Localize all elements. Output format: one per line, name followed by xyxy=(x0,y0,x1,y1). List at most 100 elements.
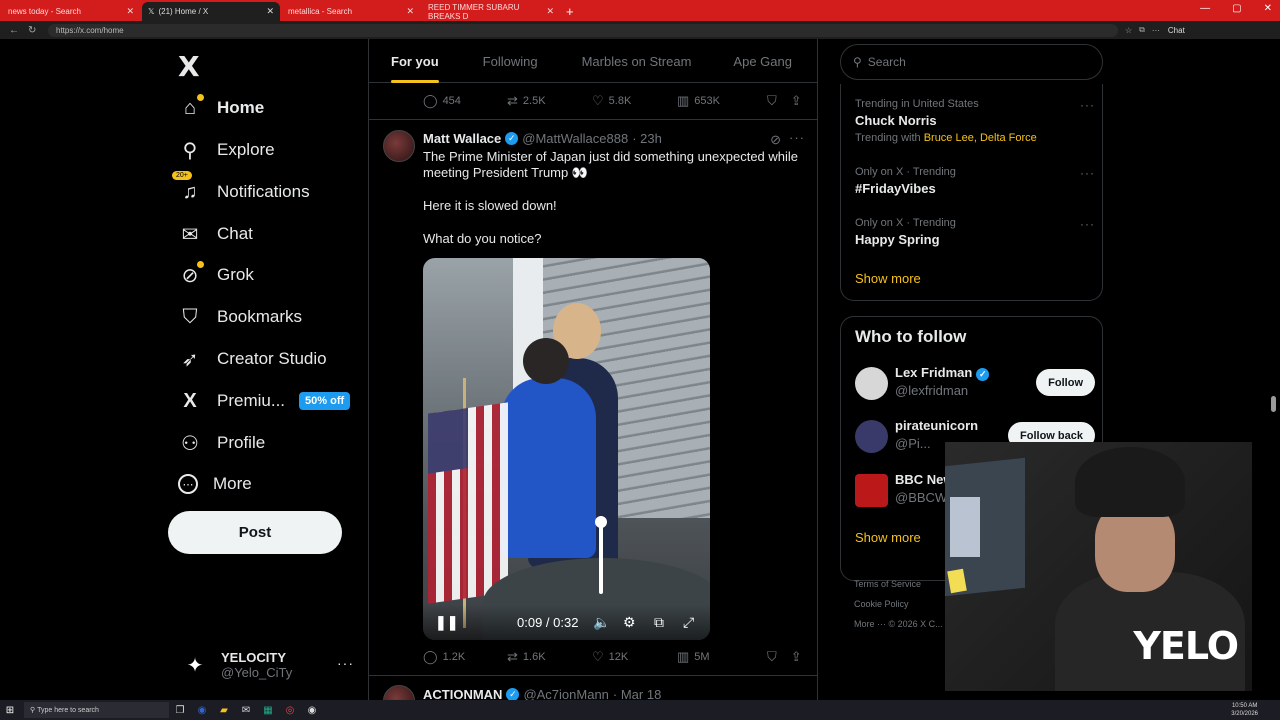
pip-icon[interactable]: ⧉ xyxy=(654,614,664,631)
like-button[interactable]: ♡ 12K xyxy=(592,649,677,665)
nav-bookmarks[interactable]: ⛉ Bookmarks xyxy=(178,302,303,332)
more-icon[interactable]: ··· xyxy=(337,655,354,671)
browser-tab-active[interactable]: 𝕏 (21) Home / X ✕ xyxy=(142,2,280,21)
nav-more[interactable]: ⋯ More xyxy=(178,469,252,499)
account-handle: @Yelo_CiTy xyxy=(221,665,293,680)
edge-icon[interactable]: ◉ xyxy=(191,705,213,716)
repost-button[interactable]: ⇄ 2.5K xyxy=(507,93,592,109)
explorer-icon[interactable]: ▰ xyxy=(213,705,235,716)
search-input[interactable]: ⚲ Search xyxy=(840,44,1103,80)
extensions-icon[interactable]: ⧉ xyxy=(1139,25,1145,35)
address-bar[interactable]: https://x.com/home xyxy=(48,23,1118,37)
author-handle[interactable]: @MattWallace888 xyxy=(522,131,628,146)
like-count: 5.8K xyxy=(608,95,632,107)
copilot-chat-button[interactable]: Chat xyxy=(1168,26,1185,35)
tab-ape-gang[interactable]: Ape Gang xyxy=(733,39,792,83)
windows-taskbar: ⊞ ⚲ Type here to search ❐ ◉ ▰ ✉ ▦ ◎ ◉ 10… xyxy=(0,700,1280,720)
new-tab-icon[interactable]: + xyxy=(566,2,574,21)
views-button[interactable]: ▥ 653K xyxy=(677,93,767,109)
bookmark-icon[interactable]: ⛉ xyxy=(767,93,777,109)
nav-creator-studio[interactable]: ➶ Creator Studio xyxy=(178,344,327,374)
fullscreen-icon[interactable]: ⤢ xyxy=(683,614,694,631)
tab-for-you[interactable]: For you xyxy=(391,39,439,83)
minimize-icon[interactable]: — xyxy=(1200,3,1210,14)
close-tab-icon[interactable]: ✕ xyxy=(406,6,414,17)
menu-icon[interactable]: ⋯ xyxy=(1152,26,1160,35)
author-name[interactable]: Matt Wallace xyxy=(423,131,501,146)
nav-chat[interactable]: ✉ Chat xyxy=(178,219,253,249)
trend-related-links[interactable]: Bruce Lee, Delta Force xyxy=(924,132,1037,144)
close-tab-icon[interactable]: ✕ xyxy=(266,6,274,17)
pause-icon[interactable]: ❚❚ xyxy=(435,614,458,631)
follow-suggestion[interactable]: Lex Fridman ✓ @lexfridman Follow xyxy=(855,365,1095,405)
trend-item[interactable]: Trending in United States Chuck Norris T… xyxy=(855,98,1095,144)
reload-icon[interactable]: ↻ xyxy=(28,25,38,36)
show-more-link[interactable]: Show more xyxy=(855,271,921,286)
avatar[interactable] xyxy=(383,685,415,700)
more-icon[interactable]: ··· xyxy=(1080,98,1095,112)
trend-item[interactable]: Only on X · Trending #FridayVibes ··· xyxy=(855,166,1095,196)
windows-start-icon[interactable]: ⊞ xyxy=(0,705,20,716)
trend-item[interactable]: Only on X · Trending Happy Spring ··· xyxy=(855,217,1095,247)
scrollbar[interactable] xyxy=(1271,396,1276,412)
more-icon[interactable]: ··· xyxy=(789,130,805,145)
avatar[interactable] xyxy=(383,130,415,162)
views-button[interactable]: ▥ 5M xyxy=(677,649,767,665)
grok-icon[interactable]: ⊘ xyxy=(770,132,781,148)
webcam-figure xyxy=(1075,447,1185,517)
reply-button[interactable]: ◯ 454 xyxy=(423,93,507,109)
avatar[interactable] xyxy=(855,367,888,400)
close-tab-icon[interactable]: ✕ xyxy=(546,6,554,17)
x-logo[interactable]: X xyxy=(178,50,200,83)
more-icon[interactable]: ··· xyxy=(1080,217,1095,231)
chrome-icon[interactable]: ◎ xyxy=(279,705,301,716)
browser-tab[interactable]: metallica - Search ✕ xyxy=(282,2,420,21)
flag-image xyxy=(428,402,508,604)
video-player[interactable]: ❚❚ 0:09 / 0:32 🔈 ⚙ ⧉ ⤢ xyxy=(423,258,710,640)
nav-explore[interactable]: ⚲ Explore xyxy=(178,135,275,165)
task-view-icon[interactable]: ❐ xyxy=(169,705,191,716)
maximize-icon[interactable]: ▢ xyxy=(1232,3,1241,14)
tab-marbles-on-stream[interactable]: Marbles on Stream xyxy=(582,39,692,83)
nav-premium[interactable]: X Premiu... 50% off xyxy=(178,386,351,416)
close-window-icon[interactable]: ✕ xyxy=(1264,3,1272,14)
clock[interactable]: 10:50 AM 3/20/2026 xyxy=(1231,702,1258,718)
obs-icon[interactable]: ◉ xyxy=(301,705,323,716)
back-icon[interactable]: ← xyxy=(9,25,19,36)
browser-tab[interactable]: REED TIMMER SUBARU BREAKS D ✕ xyxy=(422,2,560,21)
nav-grok[interactable]: ⊘ Grok xyxy=(178,260,254,290)
reply-count: 454 xyxy=(442,95,461,107)
bookmark-icon[interactable]: ⛉ xyxy=(767,649,777,665)
volume-icon[interactable]: 🔈 xyxy=(593,614,610,631)
close-tab-icon[interactable]: ✕ xyxy=(126,6,134,17)
search-placeholder: Search xyxy=(867,55,906,69)
author-name[interactable]: ACTIONMAN xyxy=(423,687,502,700)
share-icon[interactable]: ⇪ xyxy=(791,649,802,665)
author-handle[interactable]: @Ac7ionMann xyxy=(523,687,608,700)
taskbar-search-input[interactable]: ⚲ Type here to search xyxy=(24,702,169,718)
bbc-news-logo[interactable] xyxy=(855,474,888,507)
avatar: ✦ xyxy=(186,654,204,677)
like-button[interactable]: ♡ 5.8K xyxy=(592,93,677,109)
volume-slider-handle[interactable] xyxy=(595,516,607,528)
excel-icon[interactable]: ▦ xyxy=(257,705,279,716)
post-button[interactable]: Post xyxy=(168,511,342,554)
account-switcher[interactable]: ✦ YELOCITY @Yelo_CiTy ··· xyxy=(180,645,358,685)
follow-button[interactable]: Follow xyxy=(1036,369,1095,396)
reply-button[interactable]: ◯ 1.2K xyxy=(423,649,507,665)
tweet-time[interactable]: · Mar 18 xyxy=(613,687,661,700)
nav-notifications[interactable]: ♫ 20+ Notifications xyxy=(172,171,310,207)
repost-button[interactable]: ⇄ 1.6K xyxy=(507,649,592,665)
nav-home[interactable]: ⌂ Home xyxy=(178,93,264,123)
browser-tab[interactable]: news today - Search ✕ xyxy=(2,2,140,21)
show-more-link[interactable]: Show more xyxy=(855,530,921,545)
mail-icon[interactable]: ✉ xyxy=(235,705,257,716)
tweet-time[interactable]: · 23h xyxy=(632,131,662,146)
avatar[interactable] xyxy=(855,420,888,453)
nav-profile[interactable]: ⚇ Profile xyxy=(178,428,265,458)
more-icon[interactable]: ··· xyxy=(1080,166,1095,180)
share-icon[interactable]: ⇪ xyxy=(791,93,802,109)
settings-icon[interactable]: ⚙ xyxy=(623,614,636,631)
star-icon[interactable]: ☆ xyxy=(1125,26,1132,35)
tab-following[interactable]: Following xyxy=(483,39,538,83)
